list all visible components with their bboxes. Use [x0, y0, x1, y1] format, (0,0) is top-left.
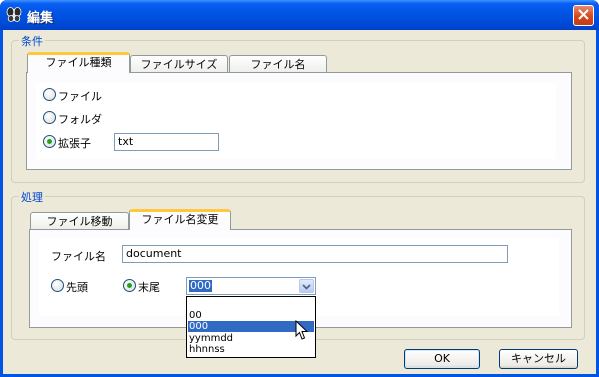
radio-prefix-label: 先頭: [66, 281, 88, 294]
title-bar[interactable]: 編集: [0, 0, 599, 30]
window-title: 編集: [27, 11, 54, 26]
close-icon: [578, 8, 589, 23]
cancel-button[interactable]: キャンセル: [499, 349, 578, 369]
radio-file[interactable]: [43, 88, 56, 101]
extension-input[interactable]: txt: [114, 133, 219, 151]
radio-selected-dot: [127, 283, 132, 288]
butterfly-icon: [6, 6, 22, 23]
conditions-tab-panel: [26, 72, 572, 170]
chevron-down-icon: [302, 280, 311, 293]
radio-folder[interactable]: [43, 111, 56, 124]
mouse-cursor-icon: [295, 319, 309, 344]
radio-suffix[interactable]: [123, 279, 136, 292]
filename-input[interactable]: document: [122, 245, 508, 263]
dropdown-button[interactable]: [299, 279, 314, 293]
radio-file-label: ファイル: [58, 90, 102, 103]
edit-dialog: 編集 条件 ファイル種類 ファイルサイズ ファイル名 ファイル フォルダ 拡張子…: [0, 0, 599, 377]
close-button[interactable]: [573, 5, 594, 26]
tab-file-type[interactable]: ファイル種類: [27, 52, 130, 73]
filename-label: ファイル名: [51, 250, 106, 263]
conditions-group-label: 条件: [19, 33, 45, 49]
format-select-value: 000: [189, 279, 212, 292]
dropdown-option[interactable]: hhnnss: [188, 344, 314, 355]
dropdown-option-empty[interactable]: [188, 298, 314, 309]
processing-group-label: 処理: [19, 189, 45, 205]
radio-folder-label: フォルダ: [58, 113, 102, 126]
radio-selected-dot: [47, 139, 52, 144]
format-select[interactable]: 000: [186, 277, 316, 295]
ok-button[interactable]: OK: [404, 349, 480, 369]
radio-suffix-label: 末尾: [138, 281, 160, 294]
radio-extension-label: 拡張子: [58, 137, 91, 150]
radio-prefix[interactable]: [51, 279, 64, 292]
tab-file-rename[interactable]: ファイル名変更: [129, 209, 231, 230]
radio-extension[interactable]: [43, 135, 56, 148]
